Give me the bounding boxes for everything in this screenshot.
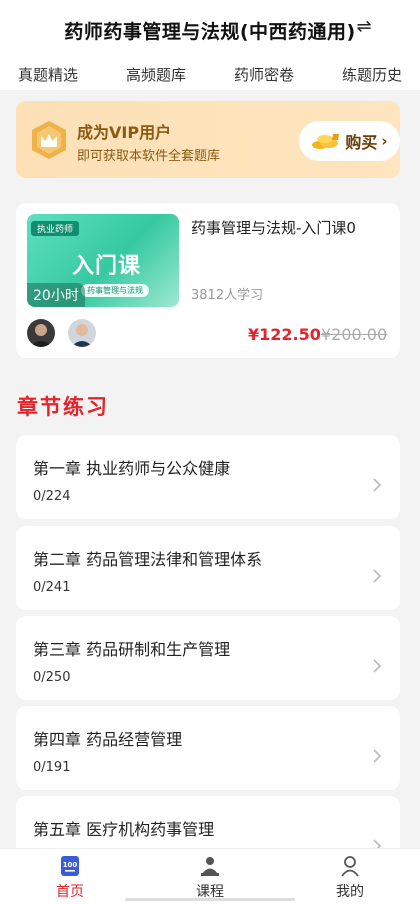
section-title: 章节练习 (17, 395, 109, 419)
app-header: 药师药事管理与法规(中西药通用) ⇌ (0, 0, 420, 60)
chevron-right-icon (373, 749, 382, 763)
chapter-item[interactable]: 第四章 药品经营管理 0/191 (16, 706, 400, 790)
vip-title: 成为VIP用户 (77, 123, 172, 142)
crown-badge-icon (32, 121, 66, 159)
course-title[interactable]: 药事管理与法规-入门课0 (191, 217, 356, 238)
vip-subtitle: 即可获取本软件全套题库 (77, 149, 221, 164)
tab-high-frequency[interactable]: 高频题库 (126, 60, 186, 85)
svg-text:100: 100 (63, 861, 78, 869)
chapter-title: 第四章 药品经营管理 (33, 730, 183, 749)
course-price: ¥122.50 (248, 325, 321, 344)
home-100-icon: 100 (61, 856, 79, 876)
chapter-item[interactable]: 第三章 药品研制和生产管理 0/250 (16, 616, 400, 700)
nav-home[interactable]: 100 首页 (0, 849, 140, 904)
switch-subject-icon[interactable]: ⇌ (352, 14, 376, 38)
home-indicator (125, 898, 295, 901)
thumb-title: 入门课 (72, 254, 142, 279)
chapter-progress: 0/250 (33, 670, 71, 685)
bottom-navigation: 100 首页 课程 我的 (0, 848, 420, 904)
gold-coins-icon (312, 134, 340, 149)
chapter-progress: 0/224 (33, 489, 71, 504)
chapter-progress: 0/241 (33, 580, 71, 595)
category-tabs: 真题精选 高频题库 药师密卷 练题历史 (0, 60, 420, 90)
user-icon (341, 856, 359, 877)
chapter-progress: 0/191 (33, 760, 71, 775)
tab-practice-history[interactable]: 练题历史 (342, 60, 402, 85)
chapter-title: 第二章 药品管理法律和管理体系 (33, 550, 263, 569)
nav-courses[interactable]: 课程 (140, 849, 280, 904)
chevron-right-icon (373, 569, 382, 583)
tab-real-exam[interactable]: 真题精选 (18, 60, 78, 85)
nav-profile-label: 我的 (336, 884, 364, 900)
nav-profile[interactable]: 我的 (280, 849, 420, 904)
chapter-title: 第五章 医疗机构药事管理 (33, 820, 215, 839)
chevron-right-icon: › (381, 132, 388, 150)
course-hours: 20小时 (27, 283, 85, 307)
buy-button[interactable]: 购买 › (299, 121, 400, 161)
page-title: 药师药事管理与法规(中西药通用) (64, 20, 356, 43)
teacher-icon (201, 857, 219, 876)
nav-home-label: 首页 (56, 884, 84, 900)
chapter-item[interactable]: 第二章 药品管理法律和管理体系 0/241 (16, 526, 400, 610)
chevron-right-icon (373, 478, 382, 492)
teacher-avatar (68, 319, 96, 347)
chapter-title: 第一章 执业药师与公众健康 (33, 459, 231, 478)
vip-banner[interactable]: 成为VIP用户 即可获取本软件全套题库 购买 › (16, 101, 400, 178)
course-thumbnail[interactable]: 执业药师 入门课 药事管理与法规 20小时 (27, 214, 179, 307)
course-original-price: ¥200.00 (321, 325, 388, 344)
chapter-item[interactable]: 第一章 执业药师与公众健康 0/224 (16, 435, 400, 519)
course-learners: 3812人学习 (191, 288, 264, 303)
thumb-tag: 执业药师 (31, 221, 80, 236)
teacher-avatar (27, 319, 55, 347)
course-card[interactable]: 执业药师 入门课 药事管理与法规 20小时 药事管理与法规-入门课0 3812人… (16, 203, 400, 358)
tab-secret-paper[interactable]: 药师密卷 (234, 60, 294, 85)
chapter-title: 第三章 药品研制和生产管理 (33, 640, 231, 659)
thumb-pill: 药事管理与法规 (81, 284, 149, 297)
buy-label: 购买 (345, 133, 378, 152)
chevron-right-icon (373, 659, 382, 673)
